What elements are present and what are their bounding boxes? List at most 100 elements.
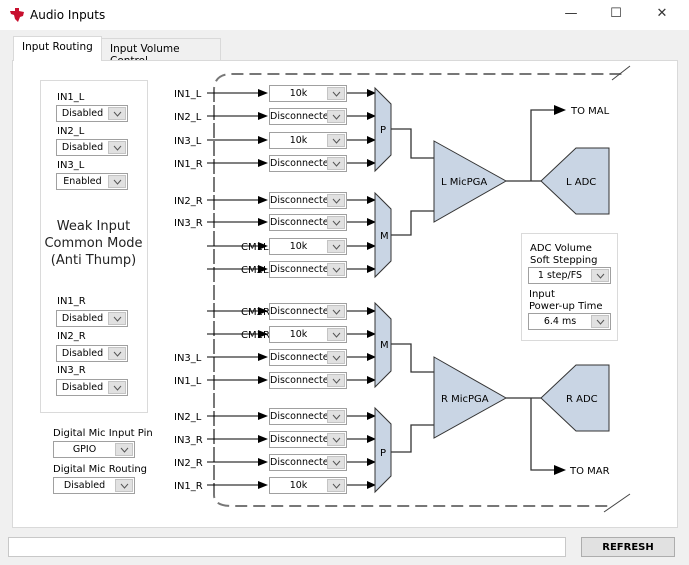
dropdown-arrow-button[interactable] bbox=[108, 141, 126, 154]
route-in3_r-dropdown[interactable]: Disconnected bbox=[269, 214, 347, 231]
arrow-icon bbox=[258, 112, 268, 120]
dropdown-arrow-button[interactable] bbox=[327, 410, 345, 423]
dropdown-arrow-button[interactable] bbox=[108, 347, 126, 360]
routing-label: IN1_L bbox=[174, 89, 202, 100]
dropdown-value: Disconnected bbox=[270, 195, 327, 206]
dropdown-arrow-button[interactable] bbox=[327, 194, 345, 207]
dropdown-arrow-button[interactable] bbox=[327, 305, 345, 318]
route-cm2r-dropdown[interactable]: Disconnected bbox=[269, 303, 347, 320]
chevron-down-icon bbox=[332, 309, 340, 315]
routing-label: IN3_R bbox=[174, 218, 203, 229]
dropdown-arrow-button[interactable] bbox=[327, 263, 345, 276]
route-in2_r-dropdown[interactable]: Disconnected bbox=[269, 192, 347, 209]
arrow-icon bbox=[258, 353, 268, 361]
output-label: TO MAL bbox=[570, 106, 610, 117]
dropdown-arrow-button[interactable] bbox=[327, 479, 345, 492]
mux-label: P bbox=[380, 125, 386, 136]
weak-label: IN2_R bbox=[57, 331, 86, 342]
chevron-down-icon bbox=[332, 161, 340, 167]
dropdown-arrow-button[interactable] bbox=[327, 87, 345, 100]
chevron-down-icon bbox=[332, 378, 340, 384]
chevron-down-icon bbox=[332, 138, 340, 144]
dropdown-value: Disconnected bbox=[270, 375, 327, 386]
arrow-icon bbox=[258, 159, 268, 167]
dropdown-value: Disconnected bbox=[270, 411, 327, 422]
weak-in3_l-dropdown[interactable]: Enabled bbox=[56, 173, 128, 190]
route-cm1r-dropdown[interactable]: 10k bbox=[269, 326, 347, 343]
weak-in1_l-dropdown[interactable]: Disabled bbox=[56, 105, 128, 122]
dropdown-arrow-button[interactable] bbox=[327, 351, 345, 364]
routing-label: IN3_R bbox=[174, 435, 203, 446]
weak-label: IN2_L bbox=[57, 126, 85, 137]
dropdown-arrow-button[interactable] bbox=[108, 107, 126, 120]
route-in3_r-dropdown[interactable]: Disconnected bbox=[269, 431, 347, 448]
dropdown-arrow-button[interactable] bbox=[591, 315, 609, 328]
arrow-icon bbox=[258, 136, 268, 144]
arrow-icon bbox=[258, 218, 268, 226]
dropdown-value: Disconnected bbox=[270, 111, 327, 122]
soft-stepping-dropdown[interactable]: 1 step/FS bbox=[528, 267, 611, 284]
dropdown-value: Disabled bbox=[61, 313, 104, 324]
route-in3_l-dropdown[interactable]: Disconnected bbox=[269, 349, 347, 366]
dropdown-arrow-button[interactable] bbox=[327, 110, 345, 123]
status-field[interactable] bbox=[8, 537, 566, 557]
route-in2_l-dropdown[interactable]: Disconnected bbox=[269, 408, 347, 425]
dropdown-arrow-button[interactable] bbox=[108, 381, 126, 394]
dropdown-arrow-button[interactable] bbox=[327, 328, 345, 341]
dropdown-arrow-button[interactable] bbox=[327, 374, 345, 387]
weak-label: IN1_R bbox=[57, 296, 86, 307]
weak-in1_r-dropdown[interactable]: Disabled bbox=[56, 310, 128, 327]
route-in3_l-dropdown[interactable]: 10k bbox=[269, 132, 347, 149]
digital-mic-pin-label: Digital Mic Input Pin bbox=[53, 428, 153, 439]
dropdown-arrow-button[interactable] bbox=[108, 312, 126, 325]
chevron-down-icon bbox=[120, 447, 128, 453]
weak-in3_r-dropdown[interactable]: Disabled bbox=[56, 379, 128, 396]
chevron-down-icon bbox=[332, 220, 340, 226]
dropdown-arrow-button[interactable] bbox=[327, 134, 345, 147]
route-in2_l-dropdown[interactable]: Disconnected bbox=[269, 108, 347, 125]
weak-in2_r-dropdown[interactable]: Disabled bbox=[56, 345, 128, 362]
weak-label: IN3_L bbox=[57, 160, 85, 171]
dropdown-value: 10k bbox=[289, 329, 308, 340]
power-up-time-dropdown[interactable]: 6.4 ms bbox=[528, 313, 611, 330]
power-up-label: Power-up Time bbox=[529, 301, 603, 312]
routing-label: CM2R bbox=[241, 307, 270, 318]
tab-input-routing[interactable]: Input Routing bbox=[13, 36, 102, 61]
weak-in2_l-dropdown[interactable]: Disabled bbox=[56, 139, 128, 156]
dropdown-arrow-button[interactable] bbox=[327, 216, 345, 229]
weak-label: IN3_R bbox=[57, 365, 86, 376]
dropdown-value: Disabled bbox=[61, 142, 104, 153]
route-in2_r-dropdown[interactable]: Disconnected bbox=[269, 454, 347, 471]
chevron-down-icon bbox=[332, 198, 340, 204]
refresh-button[interactable]: REFRESH bbox=[581, 537, 675, 557]
mic-pga-label: L MicPGA bbox=[441, 177, 487, 188]
dropdown-arrow-button[interactable] bbox=[327, 157, 345, 170]
dropdown-arrow-button[interactable] bbox=[327, 433, 345, 446]
routing-label: IN2_R bbox=[174, 196, 203, 207]
route-cm1l-dropdown[interactable]: 10k bbox=[269, 238, 347, 255]
dropdown-value: Disabled bbox=[61, 108, 104, 119]
digital-mic-pin-dropdown[interactable]: GPIO bbox=[53, 441, 135, 458]
dropdown-arrow-button[interactable] bbox=[327, 240, 345, 253]
chevron-down-icon bbox=[332, 483, 340, 489]
chevron-down-icon bbox=[113, 111, 121, 117]
dropdown-arrow-button[interactable] bbox=[591, 269, 609, 282]
arrow-icon bbox=[258, 481, 268, 489]
route-in1_r-dropdown[interactable]: 10k bbox=[269, 477, 347, 494]
route-cm2l-dropdown[interactable]: Disconnected bbox=[269, 261, 347, 278]
dropdown-arrow-button[interactable] bbox=[115, 479, 133, 492]
dropdown-value: Disabled bbox=[61, 348, 104, 359]
route-in1_l-dropdown[interactable]: 10k bbox=[269, 85, 347, 102]
dropdown-arrow-button[interactable] bbox=[115, 443, 133, 456]
dropdown-arrow-button[interactable] bbox=[327, 456, 345, 469]
arrow-icon bbox=[258, 412, 268, 420]
dropdown-value: Disconnected bbox=[270, 306, 327, 317]
mux-label: P bbox=[380, 448, 386, 459]
chevron-down-icon bbox=[332, 355, 340, 361]
digital-mic-routing-dropdown[interactable]: Disabled bbox=[53, 477, 135, 494]
chevron-down-icon bbox=[120, 483, 128, 489]
dropdown-arrow-button[interactable] bbox=[108, 175, 126, 188]
route-in1_r-dropdown[interactable]: Disconnected bbox=[269, 155, 347, 172]
route-in1_l-dropdown[interactable]: Disconnected bbox=[269, 372, 347, 389]
routing-label: IN2_R bbox=[174, 458, 203, 469]
